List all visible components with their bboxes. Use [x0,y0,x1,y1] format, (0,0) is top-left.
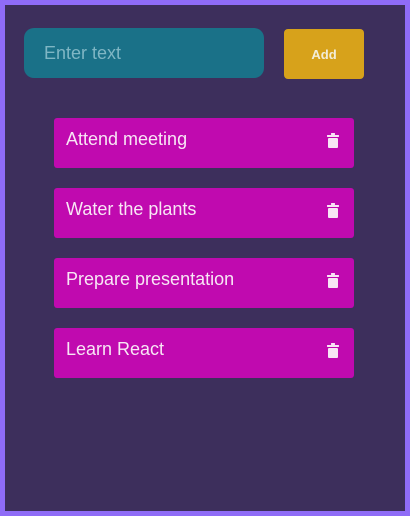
todo-item: Learn React [54,328,354,378]
todo-label: Prepare presentation [66,269,235,289]
trash-icon [327,342,339,358]
todo-label: Learn React [66,339,165,359]
add-button[interactable]: Add [284,29,364,79]
delete-button[interactable] [324,270,342,290]
trash-icon [327,272,339,288]
todo-app: Add Attend meeting Water the plants [0,0,410,516]
todo-item: Prepare presentation [54,258,354,308]
trash-icon [327,132,339,148]
todo-item: Water the plants [54,188,354,238]
delete-button[interactable] [324,130,342,150]
trash-icon [327,202,339,218]
delete-button[interactable] [324,200,342,220]
delete-button[interactable] [324,340,342,360]
todo-input[interactable] [24,28,264,78]
todo-label: Attend meeting [66,129,188,149]
todo-label: Water the plants [66,199,197,219]
todo-item: Attend meeting [54,118,354,168]
todo-list: Attend meeting Water the plants Prepare … [54,118,354,398]
